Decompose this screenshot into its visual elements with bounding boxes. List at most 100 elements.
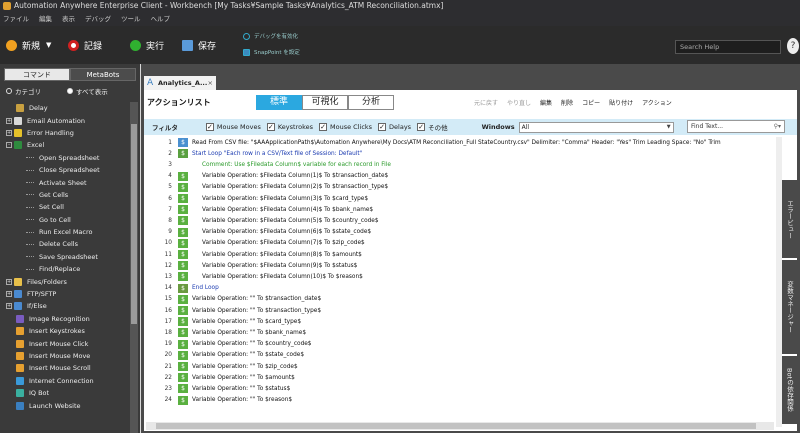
expand-icon[interactable]: + <box>6 129 12 136</box>
tree-item[interactable]: + Files/Folders <box>0 275 130 287</box>
expand-icon[interactable]: + <box>6 303 12 310</box>
record-button[interactable]: 記録 <box>68 38 102 52</box>
radio-category[interactable]: カテゴリ <box>6 86 41 96</box>
action-row[interactable]: 2 $ Start Loop "Each row in a CSV/Text fil… <box>144 148 776 159</box>
action-row[interactable]: 16 $ Variable Operation: "" To $transactio… <box>144 305 776 316</box>
action-list-hscroll[interactable] <box>146 422 774 430</box>
delete-button[interactable]: 削除 <box>561 98 573 107</box>
windows-select[interactable]: All <box>518 121 674 133</box>
chevron-down-icon[interactable]: ▼ <box>46 41 51 49</box>
menu-view[interactable]: 表示 <box>62 12 75 26</box>
action-row[interactable]: 9 $ Variable Operation: $Filedata Column(6… <box>144 227 776 238</box>
redo-button[interactable]: やり直し <box>507 98 531 107</box>
menu-help[interactable]: ヘルプ <box>151 12 171 26</box>
tree-item[interactable]: + Error Handling <box>0 127 130 139</box>
action-row[interactable]: 17 $ Variable Operation: "" To $card_type$ <box>144 316 776 327</box>
paste-button[interactable]: 貼り付け <box>609 98 633 107</box>
menu-debug[interactable]: デバッグ <box>85 12 111 26</box>
tree-item[interactable]: - Excel <box>0 139 130 151</box>
tree-item[interactable]: Set Cell <box>0 201 130 213</box>
action-row[interactable]: 22 $ Variable Operation: "" To $amount$ <box>144 372 776 383</box>
collapse-icon[interactable]: - <box>6 142 12 149</box>
tree-item[interactable]: Internet Connection <box>0 375 130 387</box>
checkbox-mouse-clicks[interactable]: ✓ Mouse Clicks <box>319 123 372 131</box>
action-row[interactable]: 10 $ Variable Operation: $Filedata Column(… <box>144 238 776 249</box>
checkbox-mouse-moves[interactable]: ✓ Mouse Moves <box>205 123 261 131</box>
search-icon[interactable]: ⚲▾ <box>774 121 781 132</box>
tab-commands[interactable]: コマンド <box>4 68 70 81</box>
action-row[interactable]: 4 $ Variable Operation: $Filedata Column(1… <box>144 171 776 182</box>
action-row[interactable]: 24 $ Variable Operation: "" To $reason$ <box>144 395 776 406</box>
tree-item[interactable]: Insert Mouse Click <box>0 337 130 349</box>
tree-item[interactable]: Insert Keystrokes <box>0 325 130 337</box>
undo-button[interactable]: 元に戻す <box>474 98 498 107</box>
tab-variable-manager[interactable]: 変数マネージャー <box>782 260 797 354</box>
expand-icon[interactable]: + <box>6 117 12 124</box>
debug-toggle[interactable]: デバッグを有効化 <box>243 32 298 40</box>
tree-item[interactable]: Run Excel Macro <box>0 226 130 238</box>
tree-item[interactable]: Delay <box>0 102 130 114</box>
menu-edit[interactable]: 編集 <box>39 12 52 26</box>
edit-button[interactable]: 編集 <box>540 98 552 107</box>
tree-item[interactable]: Delete Cells <box>0 238 130 250</box>
tree-item[interactable]: Go to Cell <box>0 214 130 226</box>
tree-item[interactable]: IQ Bot <box>0 387 130 399</box>
tree-item[interactable]: Find/Replace <box>0 263 130 275</box>
action-row[interactable]: 23 $ Variable Operation: "" To $status$ <box>144 383 776 394</box>
save-button[interactable]: 保存 <box>182 38 216 52</box>
close-icon[interactable]: × <box>208 76 213 90</box>
action-row[interactable]: 7 $ Variable Operation: $Filedata Column(4… <box>144 204 776 215</box>
tree-item[interactable]: + FTP/SFTP <box>0 288 130 300</box>
snappoint-button[interactable]: SnapPoint を設定 <box>243 48 300 56</box>
expand-icon[interactable]: + <box>6 278 12 285</box>
action-row[interactable]: 18 $ Variable Operation: "" To $bank_name$ <box>144 327 776 338</box>
radio-all[interactable]: すべて表示 <box>67 86 108 96</box>
tab-bot-dependencies[interactable]: Botの依存関係 <box>782 356 797 424</box>
tree-item[interactable]: Launch Website <box>0 399 130 411</box>
action-row[interactable]: 21 $ Variable Operation: "" To $zip_code$ <box>144 361 776 372</box>
checkbox-keystrokes[interactable]: ✓ Keystrokes <box>266 123 313 131</box>
menu-file[interactable]: ファイル <box>3 12 29 26</box>
help-icon[interactable]: ? <box>787 38 799 54</box>
tab-analyze[interactable]: 分析 <box>348 95 394 110</box>
action-row[interactable]: 6 $ Variable Operation: $Filedata Column(3… <box>144 193 776 204</box>
action-row[interactable]: 20 $ Variable Operation: "" To $state_code… <box>144 350 776 361</box>
tree-item[interactable]: Insert Mouse Scroll <box>0 362 130 374</box>
action-row[interactable]: 13 $ Variable Operation: $Filedata Column(… <box>144 271 776 282</box>
action-row[interactable]: 3 Comment: Use $Filedata Column$ variable… <box>144 159 776 170</box>
search-help-input[interactable]: Search Help <box>675 40 781 54</box>
checkbox-other[interactable]: ✓ その他 <box>417 122 448 132</box>
tree-item[interactable]: + Email Automation <box>0 114 130 126</box>
tab-visualize[interactable]: 可視化 <box>302 95 348 110</box>
tab-error-view[interactable]: エラービュー <box>782 180 797 258</box>
menu-tools[interactable]: ツール <box>121 12 141 26</box>
document-tab[interactable]: A Analytics_A... × <box>144 76 216 90</box>
action-row[interactable]: 5 $ Variable Operation: $Filedata Column(2… <box>144 182 776 193</box>
action-row[interactable]: 19 $ Variable Operation: "" To $country_co… <box>144 339 776 350</box>
tab-metabots[interactable]: MetaBots <box>70 68 136 81</box>
action-row[interactable]: 14 $ End Loop <box>144 283 776 294</box>
expand-icon[interactable]: + <box>6 291 12 298</box>
new-button[interactable]: 新規 ▼ <box>6 38 51 52</box>
tree-item[interactable]: Close Spreadsheet <box>0 164 130 176</box>
commands-scrollbar[interactable] <box>130 102 138 433</box>
tab-standard[interactable]: 標準 <box>256 95 302 110</box>
action-row[interactable]: 11 $ Variable Operation: $Filedata Column(… <box>144 249 776 260</box>
tree-item[interactable]: Save Spreadsheet <box>0 251 130 263</box>
run-button[interactable]: 実行 <box>130 38 164 52</box>
scrollbar-thumb[interactable] <box>131 124 137 324</box>
actions-button[interactable]: アクション <box>642 98 672 107</box>
tree-item[interactable]: Activate Sheet <box>0 176 130 188</box>
tree-item[interactable]: Get Cells <box>0 189 130 201</box>
tree-item[interactable]: Image Recognition <box>0 313 130 325</box>
copy-button[interactable]: コピー <box>582 98 600 107</box>
find-text-input[interactable]: Find Text... ⚲▾ <box>687 120 785 133</box>
tree-item[interactable]: Open Spreadsheet <box>0 152 130 164</box>
tree-item[interactable]: + If/Else <box>0 300 130 312</box>
action-row[interactable]: 15 $ Variable Operation: "" To $transactio… <box>144 294 776 305</box>
checkbox-delays[interactable]: ✓ Delays <box>378 123 411 131</box>
action-row[interactable]: 12 $ Variable Operation: $Filedata Column(… <box>144 260 776 271</box>
action-row[interactable]: 8 $ Variable Operation: $Filedata Column(5… <box>144 215 776 226</box>
scrollbar-thumb[interactable] <box>156 423 756 429</box>
tree-item[interactable]: Insert Mouse Move <box>0 350 130 362</box>
